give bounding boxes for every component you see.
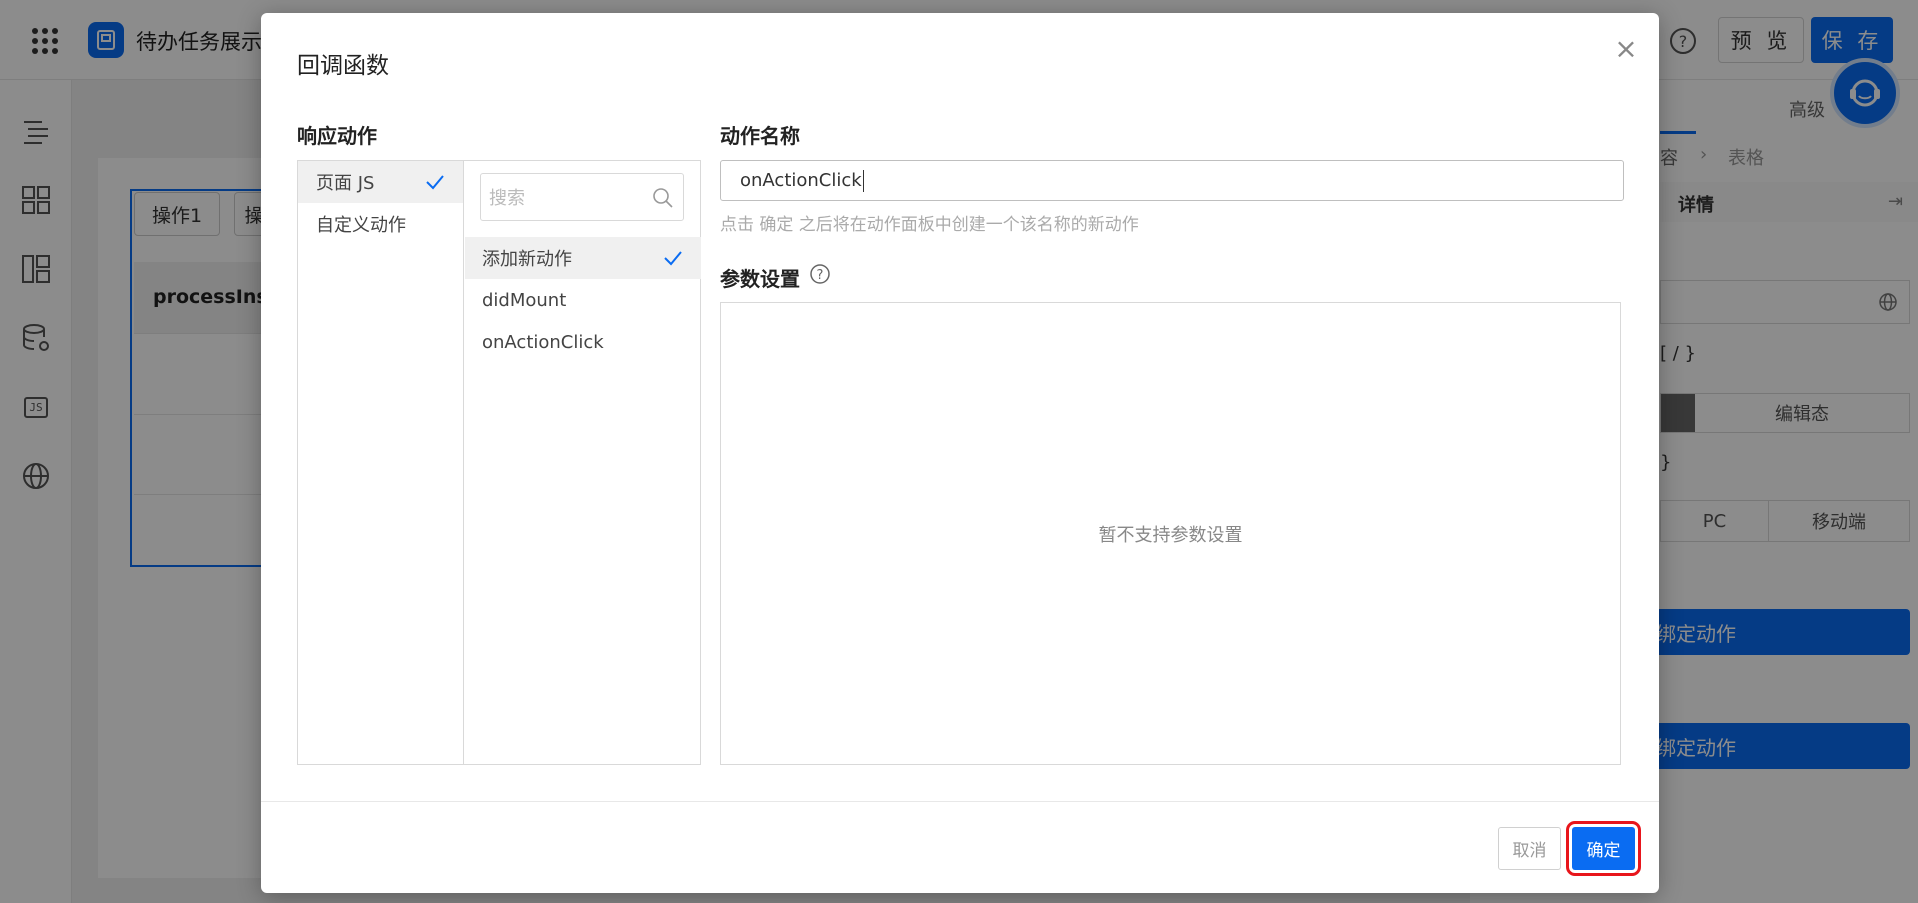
action-type-label: 页面 JS xyxy=(316,173,375,194)
cancel-button[interactable]: 取消 xyxy=(1498,827,1561,870)
check-icon xyxy=(426,175,444,190)
param-settings-label: 参数设置 xyxy=(720,267,800,291)
dialog-title: 回调函数 xyxy=(297,53,389,79)
question-icon[interactable]: ? xyxy=(809,263,831,285)
response-action-box: 页面 JS 自定义动作 搜索 添加新动作 didMount onActionCl… xyxy=(297,160,701,765)
ok-button[interactable]: 确定 xyxy=(1566,821,1641,876)
action-item-label: didMount xyxy=(482,289,567,311)
param-empty-text: 暂不支持参数设置 xyxy=(1098,524,1243,546)
param-settings-box: 暂不支持参数设置 xyxy=(720,302,1621,765)
callback-function-dialog: 回调函数 × 响应动作 页面 JS 自定义动作 搜索 添加新动作 didMoun… xyxy=(261,13,1659,893)
text-caret xyxy=(862,169,864,192)
close-icon[interactable]: × xyxy=(1611,32,1641,65)
action-search-input[interactable]: 搜索 xyxy=(480,173,684,221)
action-name-input[interactable]: onActionClick xyxy=(720,160,1624,201)
action-type-label: 自定义动作 xyxy=(316,215,406,236)
action-item-onactionclick[interactable]: onActionClick xyxy=(465,321,701,363)
action-item-didmount[interactable]: didMount xyxy=(465,279,701,321)
action-type-custom[interactable]: 自定义动作 xyxy=(298,203,463,245)
action-name-value: onActionClick xyxy=(740,170,862,191)
response-action-label: 响应动作 xyxy=(297,124,377,148)
action-type-page-js[interactable]: 页面 JS xyxy=(298,161,463,203)
action-item-label: 添加新动作 xyxy=(482,249,572,270)
svg-text:?: ? xyxy=(817,268,824,283)
action-type-list: 页面 JS 自定义动作 xyxy=(298,161,464,764)
action-item-label: onActionClick xyxy=(482,331,604,353)
search-icon[interactable] xyxy=(651,186,675,210)
search-placeholder: 搜索 xyxy=(489,188,525,209)
action-name-hint: 点击 确定 之后将在动作面板中创建一个该名称的新动作 xyxy=(720,215,1139,235)
check-icon xyxy=(664,251,682,266)
action-item-add-new[interactable]: 添加新动作 xyxy=(465,237,701,279)
footer-divider xyxy=(261,801,1659,802)
action-name-label: 动作名称 xyxy=(720,124,800,148)
